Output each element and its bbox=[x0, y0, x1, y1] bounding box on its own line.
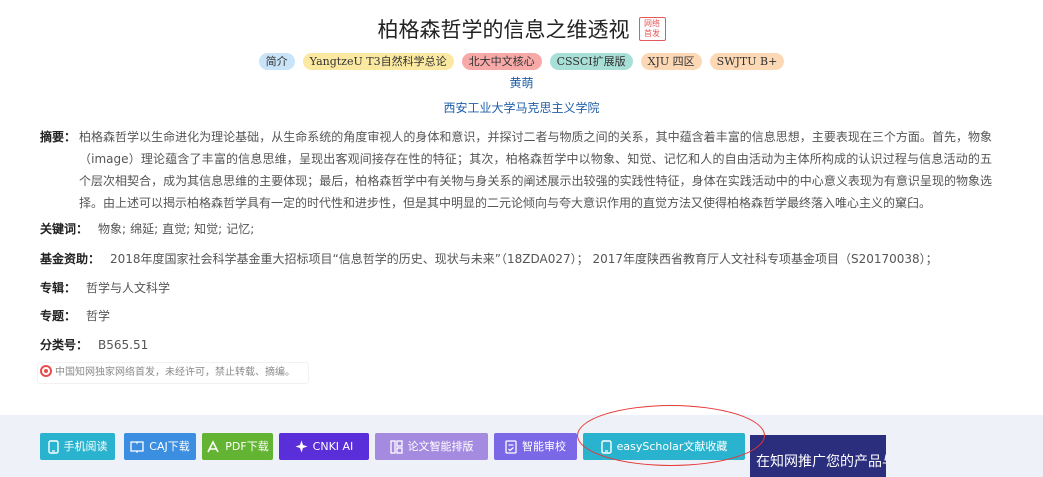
target-icon bbox=[40, 365, 52, 377]
tag-badge[interactable]: 简介 bbox=[258, 53, 295, 70]
organization-link[interactable]: 西安工业大学马克思主义学院 bbox=[0, 99, 1043, 116]
button-label: 手机阅读 bbox=[63, 440, 108, 453]
cnki-ai-button[interactable]: CNKI AI bbox=[279, 433, 369, 460]
tag-badge[interactable]: CSSCI扩展版 bbox=[549, 53, 633, 70]
pdf-icon bbox=[206, 439, 220, 454]
keyword-link[interactable]: 物象; bbox=[98, 222, 126, 236]
button-label: easyScholar文献收藏 bbox=[616, 440, 728, 453]
series-value: 哲学与人文科学 bbox=[86, 281, 171, 295]
smart-review-button[interactable]: 智能审校 bbox=[494, 433, 577, 460]
notice-text: 中国知网独家网络首发，未经许可，禁止转载、摘编。 bbox=[55, 367, 295, 378]
fund-text[interactable]: 2018年度国家社会科学基金重大招标项目“信息哲学的历史、现状与未来”（18ZD… bbox=[110, 252, 938, 266]
easyscholar-collect-button[interactable]: easyScholar文献收藏 bbox=[583, 433, 745, 460]
button-label: PDF下载 bbox=[225, 440, 269, 453]
book-icon bbox=[130, 440, 144, 453]
topic-row: 专题： 哲学 bbox=[40, 306, 110, 326]
author-link[interactable]: 黄萌 bbox=[0, 74, 1043, 91]
classification-row: 分类号： B565.51 bbox=[40, 335, 148, 355]
smart-layout-button[interactable]: 论文智能排版 bbox=[375, 433, 488, 460]
promo-banner[interactable]: 在知网推广您的产品与服务? bbox=[750, 435, 886, 477]
keyword-link[interactable]: 记忆; bbox=[226, 222, 254, 236]
button-label: 智能审校 bbox=[522, 440, 566, 453]
abstract-section: 摘要： 柏格森哲学以生命进化为理论基础，从生命系统的角度审视人的身体和意识，并探… bbox=[40, 126, 992, 214]
fund-label: 基金资助： bbox=[40, 252, 101, 266]
topic-value: 哲学 bbox=[86, 309, 111, 323]
button-label: CNKI AI bbox=[312, 440, 354, 453]
fund-row: 基金资助： 2018年度国家社会科学基金重大招标项目“信息哲学的历史、现状与未来”… bbox=[40, 249, 938, 269]
tag-badge[interactable]: XJU 四区 bbox=[640, 53, 702, 70]
keyword-link[interactable]: 直觉; bbox=[162, 222, 190, 236]
ai-sparkle-icon bbox=[295, 440, 308, 453]
copyright-notice: 中国知网独家网络首发，未经许可，禁止转载、摘编。 bbox=[37, 362, 309, 384]
button-label: CAJ下载 bbox=[149, 440, 190, 453]
action-toolbar: 在知网推广您的产品与服务? 手机阅读 CAJ下载 PDF下载 CNKI AI 论文智能排… bbox=[0, 415, 1043, 477]
keywords-row: 关键词： 物象; 绵延; 直觉; 知觉; 记忆; bbox=[40, 219, 258, 239]
keyword-link[interactable]: 知觉; bbox=[194, 222, 222, 236]
series-row: 专辑： 哲学与人文科学 bbox=[40, 278, 170, 298]
review-icon bbox=[505, 439, 517, 454]
caj-download-button[interactable]: CAJ下载 bbox=[124, 433, 196, 460]
tag-badge[interactable]: 北大中文核心 bbox=[461, 53, 542, 70]
abstract-label: 摘要： bbox=[40, 130, 77, 144]
phone-icon bbox=[600, 439, 612, 454]
series-label: 专辑： bbox=[40, 281, 77, 295]
classification-label: 分类号： bbox=[40, 338, 89, 352]
article-title: 柏格森哲学的信息之维透视 bbox=[377, 18, 630, 42]
tag-badge[interactable]: SWJTU B+ bbox=[709, 53, 785, 70]
keywords-label: 关键词： bbox=[40, 222, 89, 236]
tag-list: 简介 YangtzeU T3自然科学总论 北大中文核心 CSSCI扩展版 XJU 四区 S… bbox=[0, 53, 1043, 70]
first-publish-badge: 网络首发 bbox=[638, 17, 666, 41]
tag-badge[interactable]: YangtzeU T3自然科学总论 bbox=[302, 53, 454, 70]
mobile-read-button[interactable]: 手机阅读 bbox=[40, 433, 115, 460]
layout-icon bbox=[389, 439, 403, 454]
abstract-text: 柏格森哲学以生命进化为理论基础，从生命系统的角度审视人的身体和意识，并探讨二者与… bbox=[79, 130, 992, 210]
title-row: 柏格森哲学的信息之维透视 网络首发 bbox=[0, 14, 1043, 44]
button-label: 论文智能排版 bbox=[407, 440, 474, 453]
phone-icon bbox=[47, 439, 59, 454]
pdf-download-button[interactable]: PDF下载 bbox=[202, 433, 273, 460]
topic-label: 专题： bbox=[40, 309, 77, 323]
keyword-link[interactable]: 绵延; bbox=[130, 222, 158, 236]
classification-value: B565.51 bbox=[98, 338, 149, 352]
